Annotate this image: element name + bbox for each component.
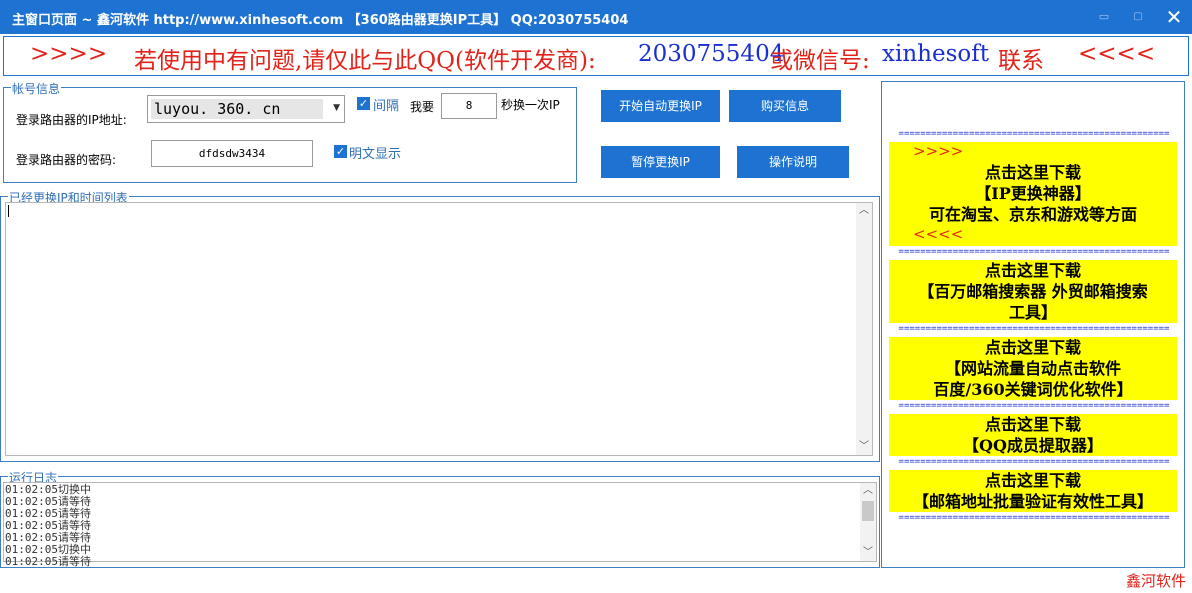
show-plain-label[interactable]: 明文显示 xyxy=(349,143,401,162)
ad-line: 点击这里下载 xyxy=(984,471,1081,490)
ad-line: 【IP更换神器】 xyxy=(975,184,1091,203)
separator: ========================================… xyxy=(898,514,1170,522)
download-ads-panel: ========================================… xyxy=(881,81,1185,568)
router-ip-label: 登录路由器的IP地址: xyxy=(16,113,127,127)
want-label: 我要 xyxy=(410,100,435,114)
router-ip-select[interactable]: luyou. 360. cn ▼ xyxy=(147,95,345,123)
separator: ========================================… xyxy=(898,402,1170,410)
banner-wechat: xinhesoft xyxy=(882,41,989,67)
separator: ========================================… xyxy=(898,325,1170,333)
buy-info-button[interactable]: 购买信息 xyxy=(729,90,841,122)
contact-banner: >>>> 若使用中有问题,请仅此与此QQ(软件开发商): 2030755404 … xyxy=(3,36,1189,76)
banner-qq: 2030755404 xyxy=(638,41,785,67)
ad-email-validator[interactable]: 点击这里下载 【邮箱地址批量验证有效性工具】 xyxy=(889,470,1177,512)
ip-list-scrollbar[interactable]: ︿ ﹀ xyxy=(856,203,872,455)
ad-line: 可在淘宝、京东和游戏等方面 xyxy=(928,205,1137,224)
ad-line: 【百万邮箱搜索器 外贸邮箱搜索 xyxy=(918,282,1148,301)
seconds-input[interactable]: 8 xyxy=(441,93,497,119)
log-line: 01:02:05请等待 xyxy=(5,555,91,568)
show-plain-checkbox[interactable]: ✓ xyxy=(334,145,347,158)
interval-label[interactable]: 间隔 xyxy=(373,95,399,114)
separator: ========================================… xyxy=(898,130,1170,138)
chevron-down-icon[interactable]: ▼ xyxy=(333,103,340,113)
banner-left-arrows: >>>> xyxy=(30,41,108,67)
scroll-up-icon[interactable]: ︿ xyxy=(856,203,872,219)
scroll-thumb[interactable] xyxy=(862,501,874,521)
ad-line: 点击这里下载 xyxy=(984,415,1081,434)
ad-traffic-clicker[interactable]: 点击这里下载 【网站流量自动点击软件 百度/360关键词优化软件】 xyxy=(889,337,1177,400)
close-button[interactable]: ✕ xyxy=(1156,0,1192,34)
maximize-button[interactable]: ▢ xyxy=(1120,0,1156,34)
ad-line: 【QQ成员提取器】 xyxy=(963,436,1103,455)
ad-line: 点击这里下载 xyxy=(984,163,1081,182)
separator: ========================================… xyxy=(898,248,1170,256)
title-bar: 主窗口页面 ~ 鑫河软件 http://www.xinhesoft.com 【3… xyxy=(0,0,1192,34)
minimize-button[interactable]: ▭ xyxy=(1086,0,1122,34)
log-line: 01:02:05请等待 xyxy=(5,519,91,532)
ad-line: 【网站流量自动点击软件 xyxy=(944,359,1121,378)
separator: ========================================… xyxy=(898,458,1170,466)
ad-line: 百度/360关键词优化软件】 xyxy=(933,380,1133,399)
banner-text-end: 联系 xyxy=(998,48,1044,74)
log-line: 01:02:05请等待 xyxy=(5,507,91,520)
run-log-lines: 01:02:05切换中 01:02:05请等待 01:02:05请等待 01:0… xyxy=(5,484,863,568)
pause-change-button[interactable]: 暂停更换IP xyxy=(601,146,720,178)
scroll-down-icon[interactable]: ﹀ xyxy=(856,439,872,455)
ip-list-textarea[interactable]: ︿ ﹀ xyxy=(5,202,873,456)
start-auto-change-button[interactable]: 开始自动更换IP xyxy=(601,90,720,122)
banner-text-mid: 或微信号: xyxy=(770,48,870,74)
window-title: 主窗口页面 ~ 鑫河软件 http://www.xinhesoft.com 【3… xyxy=(12,13,629,28)
log-line: 01:02:05切换中 xyxy=(5,543,91,556)
ad-line: 【邮箱地址批量验证有效性工具】 xyxy=(912,492,1153,511)
text-cursor xyxy=(8,205,9,217)
ad-line: 点击这里下载 xyxy=(984,338,1081,357)
account-legend: 帐号信息 xyxy=(11,80,62,97)
log-line: 01:02:05请等待 xyxy=(5,531,91,544)
router-ip-value: luyou. 360. cn xyxy=(151,99,323,119)
ad-line: 工具】 xyxy=(1008,303,1057,322)
ad-line: 点击这里下载 xyxy=(984,261,1081,280)
ad-arrows-right: >>>> xyxy=(913,142,964,160)
log-line: 01:02:05切换中 xyxy=(5,483,91,496)
password-label: 登录路由器的密码: xyxy=(16,153,117,167)
password-input[interactable]: dfdsdw3434 xyxy=(151,140,313,167)
ad-qq-extractor[interactable]: 点击这里下载 【QQ成员提取器】 xyxy=(889,414,1177,456)
footer-brand-link[interactable]: 鑫河软件 xyxy=(1126,570,1186,591)
banner-right-arrows: <<<< xyxy=(1078,41,1156,67)
help-button[interactable]: 操作说明 xyxy=(737,146,849,178)
seconds-suffix: 秒换一次IP xyxy=(501,98,560,112)
interval-checkbox[interactable]: ✓ xyxy=(357,97,370,110)
ad-email-searcher[interactable]: 点击这里下载 【百万邮箱搜索器 外贸邮箱搜索 工具】 xyxy=(889,260,1177,323)
ad-ip-changer[interactable]: >>>> 点击这里下载 【IP更换神器】 可在淘宝、京东和游戏等方面 <<<< xyxy=(889,142,1177,246)
ad-arrows-left: <<<< xyxy=(913,225,964,243)
log-line: 01:02:05请等待 xyxy=(5,495,91,508)
banner-text: 若使用中有问题,请仅此与此QQ(软件开发商): xyxy=(134,48,596,74)
